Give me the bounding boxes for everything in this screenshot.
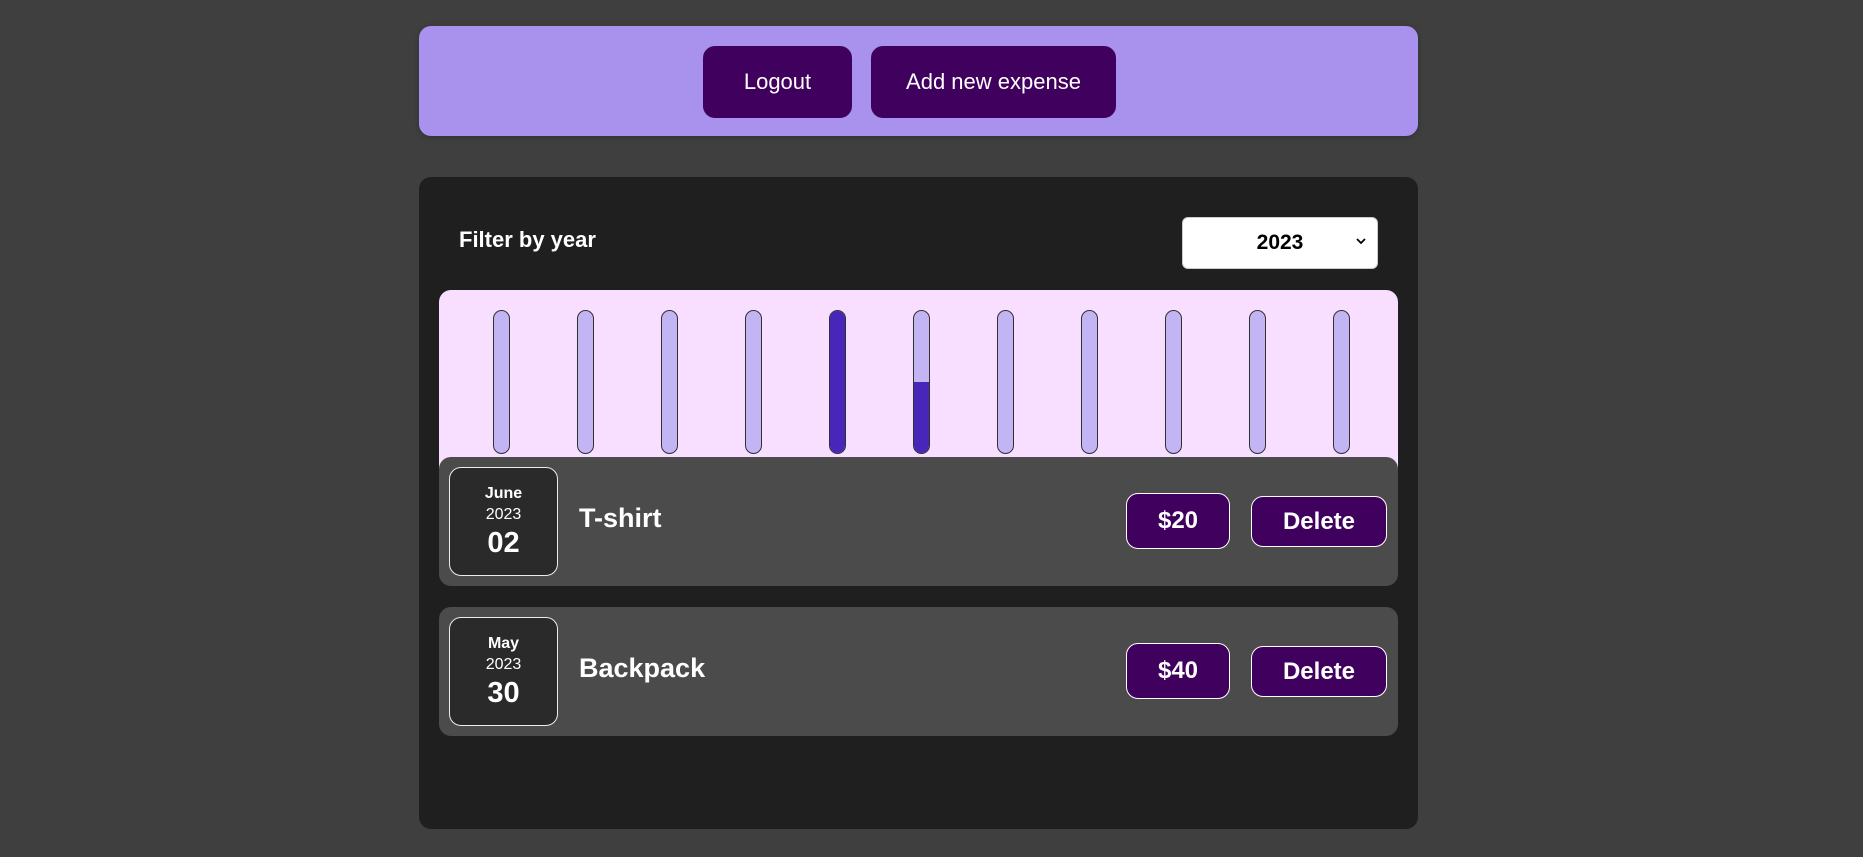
- add-new-expense-button[interactable]: Add new expense: [871, 46, 1116, 118]
- chart-bar-track: [997, 310, 1014, 454]
- chart-bar-track: [577, 310, 594, 454]
- logout-button[interactable]: Logout: [703, 46, 852, 118]
- expense-item: June 2023 02 T-shirt $20 Delete: [439, 457, 1398, 586]
- filter-by-year-label: Filter by year: [459, 227, 596, 252]
- expense-amount: $40: [1126, 643, 1230, 699]
- chart-bar-fill: [914, 382, 929, 453]
- expenses-panel: Filter by year 2023 JanFebMarAprMayJunJu…: [419, 177, 1418, 829]
- expense-date-month: June: [484, 484, 523, 502]
- chart-bar-oct: Oct: [1144, 310, 1204, 480]
- chart-bar-jul: Jul: [976, 310, 1036, 480]
- chart-bar-track: [745, 310, 762, 454]
- chart-bar-track: [913, 310, 930, 454]
- expense-date-month: May: [487, 634, 520, 652]
- expense-date-day: 30: [487, 676, 520, 709]
- expense-title: Backpack: [579, 653, 706, 683]
- delete-button[interactable]: Delete: [1251, 646, 1387, 697]
- chart-bar-aug: Aug: [1060, 310, 1120, 480]
- chart-bar-dec: Dec: [1312, 310, 1372, 480]
- chart-bar-jun: Jun: [892, 310, 952, 480]
- expense-date-year: 2023: [485, 505, 522, 523]
- top-bar: Logout Add new expense: [419, 26, 1418, 136]
- expense-amount: $20: [1126, 493, 1230, 549]
- chart-bar-track: [1249, 310, 1266, 454]
- chevron-down-icon: [1356, 238, 1366, 245]
- delete-button[interactable]: Delete: [1251, 496, 1387, 547]
- chart-bar-track: [1333, 310, 1350, 454]
- chart-bar-track: [1165, 310, 1182, 454]
- year-select-value: 2023: [1256, 231, 1304, 254]
- chart-bar-mar: Mar: [640, 310, 700, 480]
- chart-bar-jan: Jan: [472, 310, 532, 480]
- chart-bar-may: May: [808, 310, 868, 480]
- expense-date: June 2023 02: [449, 467, 558, 576]
- year-select[interactable]: 2023: [1182, 217, 1378, 269]
- chart-bar-track: [661, 310, 678, 454]
- chart-bar-feb: Feb: [556, 310, 616, 480]
- chart-bar-track: [1081, 310, 1098, 454]
- chart-bar-fill: [830, 311, 845, 453]
- expense-title: T-shirt: [579, 503, 662, 533]
- expense-date-year: 2023: [485, 655, 522, 673]
- chart-bar-apr: Apr: [724, 310, 784, 480]
- chart-bar-track: [493, 310, 510, 454]
- chart-bar-track: [829, 310, 846, 454]
- expense-date: May 2023 30: [449, 617, 558, 726]
- expense-date-day: 02: [487, 526, 520, 559]
- chart-bar-nov: Nov: [1228, 310, 1288, 480]
- expense-item: May 2023 30 Backpack $40 Delete: [439, 607, 1398, 736]
